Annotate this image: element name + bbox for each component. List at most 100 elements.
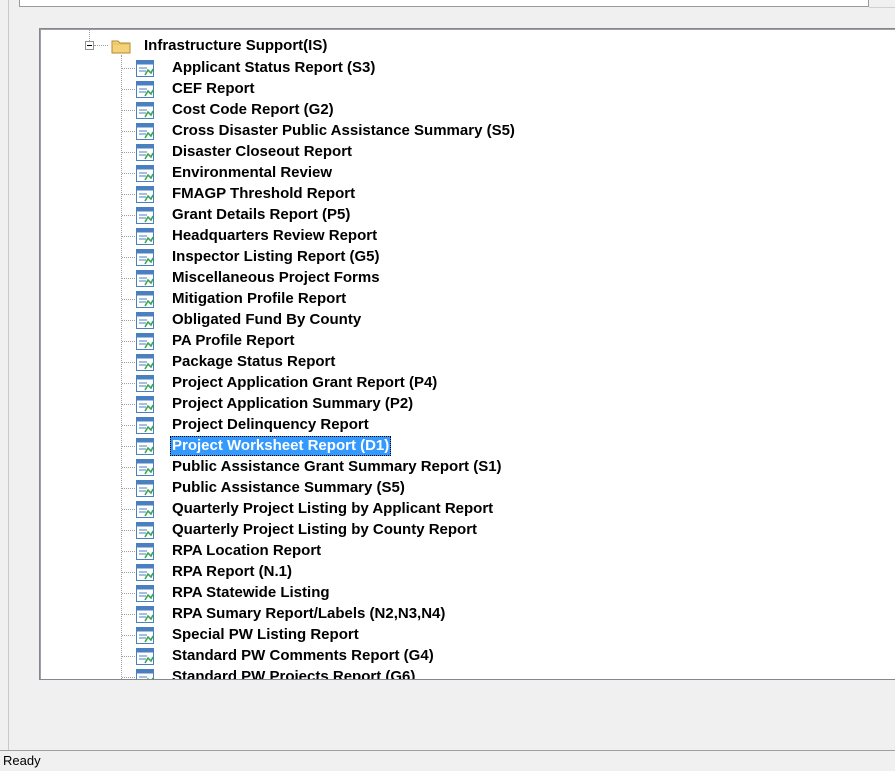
- tree-item-label: FMAGP Threshold Report: [172, 185, 356, 202]
- report-icon: [136, 627, 154, 644]
- report-icon: [136, 522, 154, 539]
- tree-line: [122, 404, 135, 405]
- report-icon: [136, 165, 154, 182]
- tree-item-label: PA Profile Report: [172, 332, 295, 349]
- report-icon: [136, 270, 154, 287]
- tree-item-label: Project Worksheet Report (D1): [170, 436, 392, 456]
- tree-line: [122, 257, 135, 258]
- report-icon: [136, 354, 154, 371]
- tree-item-label: RPA Sumary Report/Labels (N2,N3,N4): [172, 605, 446, 622]
- report-icon: [136, 312, 154, 329]
- report-icon: [136, 501, 154, 518]
- collapse-toggle-icon[interactable]: [85, 41, 94, 50]
- tree-line: [122, 551, 135, 552]
- tree-item-label: Headquarters Review Report: [172, 227, 378, 244]
- tree-item-label: Special PW Listing Report: [172, 626, 359, 643]
- tree-line: [122, 278, 135, 279]
- tree-line: [94, 45, 108, 46]
- tree-line: [122, 614, 135, 615]
- report-icon: [136, 564, 154, 581]
- app-window: Infrastructure Support(IS) Applicant Sta…: [0, 0, 895, 771]
- report-icon: [136, 396, 154, 413]
- lower-panel: [9, 680, 895, 750]
- tree-item-label: Obligated Fund By County: [172, 311, 362, 328]
- top-field[interactable]: [19, 0, 869, 7]
- tree-item-label: Project Delinquency Report: [172, 416, 369, 433]
- tree-line: [122, 89, 135, 90]
- tree-item-label: Disaster Closeout Report: [172, 143, 353, 160]
- tree-item-label: Quarterly Project Listing by County Repo…: [172, 521, 478, 538]
- top-strip-right: [869, 0, 895, 8]
- tree-line: [122, 68, 135, 69]
- tree-item-label: RPA Report (N.1): [172, 563, 292, 580]
- tree-item-label: Project Application Summary (P2): [172, 395, 414, 412]
- tree-line: [122, 110, 135, 111]
- tree-item-label: Grant Details Report (P5): [172, 206, 351, 223]
- tree-line: [122, 677, 135, 678]
- tree-line: [122, 152, 135, 153]
- tree-line: [122, 509, 135, 510]
- report-icon: [136, 123, 154, 140]
- tree-line: [122, 488, 135, 489]
- tree-item-label: RPA Statewide Listing: [172, 584, 330, 601]
- status-text: Ready: [3, 753, 41, 768]
- tree-line: [122, 635, 135, 636]
- report-icon: [136, 81, 154, 98]
- tree-line: [122, 446, 135, 447]
- report-icon: [136, 417, 154, 434]
- tree-item-label: Cost Code Report (G2): [172, 101, 334, 118]
- tree-line: [122, 467, 135, 468]
- report-tree[interactable]: Infrastructure Support(IS) Applicant Sta…: [39, 28, 895, 680]
- tree-item-label: Project Application Grant Report (P4): [172, 374, 438, 391]
- tree-item-label: Cross Disaster Public Assistance Summary…: [172, 122, 515, 139]
- tree-root-label[interactable]: Infrastructure Support(IS): [144, 37, 327, 55]
- report-icon: [136, 606, 154, 623]
- report-icon: [136, 333, 154, 350]
- tree-item-label: Standard PW Comments Report (G4): [172, 647, 434, 664]
- tree-item-label: Package Status Report: [172, 353, 336, 370]
- tree-line: [122, 131, 135, 132]
- report-icon: [136, 648, 154, 665]
- tree-item-label: Miscellaneous Project Forms: [172, 269, 380, 286]
- tree-line: [122, 593, 135, 594]
- tree-line: [122, 320, 135, 321]
- report-icon: [136, 375, 154, 392]
- tree-item-label: Applicant Status Report (S3): [172, 59, 376, 76]
- tree-line: [89, 29, 90, 41]
- report-icon: [136, 102, 154, 119]
- report-icon: [136, 60, 154, 77]
- report-icon: [136, 207, 154, 224]
- report-icon: [136, 543, 154, 560]
- tree-line: [122, 341, 135, 342]
- report-icon: [136, 249, 154, 266]
- left-divider: [8, 0, 9, 750]
- tree-item-label: Inspector Listing Report (G5): [172, 248, 380, 265]
- tree-item-label: Mitigation Profile Report: [172, 290, 347, 307]
- tree-item-label: Quarterly Project Listing by Applicant R…: [172, 500, 494, 517]
- tree-line: [122, 572, 135, 573]
- tree-line: [122, 383, 135, 384]
- tree-line: [122, 173, 135, 174]
- report-icon: [136, 438, 154, 455]
- top-toolbar-strip: [9, 0, 895, 8]
- tree-line: [121, 55, 122, 679]
- tree-item-label: CEF Report: [172, 80, 255, 97]
- tree-item-label: RPA Location Report: [172, 542, 322, 559]
- tree-line: [122, 530, 135, 531]
- report-icon: [136, 144, 154, 161]
- report-icon: [136, 228, 154, 245]
- report-icon: [136, 186, 154, 203]
- tree-item-label: Public Assistance Summary (S5): [172, 479, 405, 496]
- report-icon: [136, 480, 154, 497]
- tree-item-label: Standard PW Projects Report (G6): [172, 668, 416, 680]
- tree-line: [122, 362, 135, 363]
- report-icon: [136, 669, 154, 679]
- tree-line: [122, 194, 135, 195]
- tree-item-label: Environmental Review: [172, 164, 333, 181]
- report-icon: [136, 585, 154, 602]
- report-icon: [136, 459, 154, 476]
- tree-line: [122, 656, 135, 657]
- folder-icon: [111, 40, 131, 54]
- report-icon: [136, 291, 154, 308]
- tree-line: [122, 215, 135, 216]
